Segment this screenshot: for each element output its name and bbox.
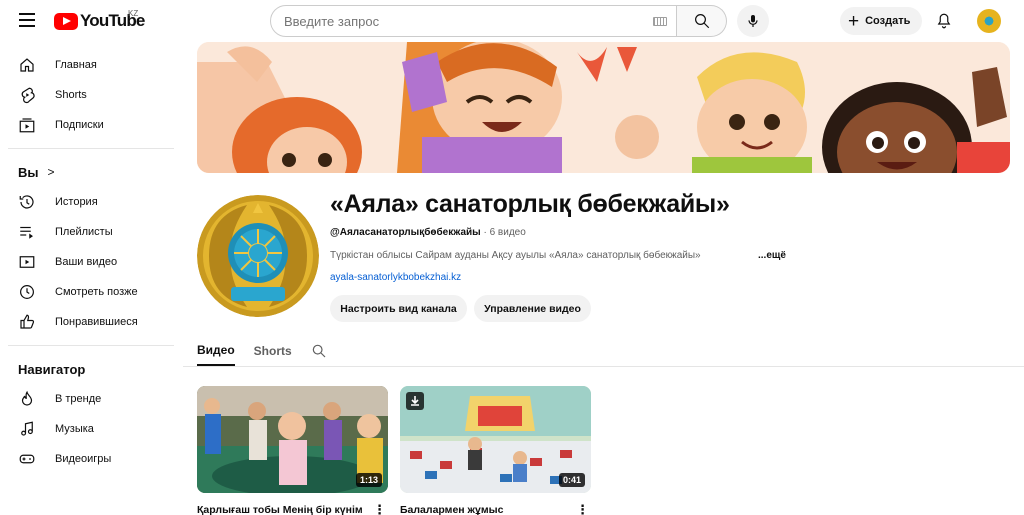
tab-search[interactable] — [311, 336, 327, 366]
search-input[interactable] — [284, 13, 644, 29]
sidebar-item-label: История — [55, 196, 98, 208]
channel-banner — [197, 42, 1010, 173]
voice-search-button[interactable] — [737, 5, 769, 37]
sidebar-item-label: Смотреть позже — [55, 286, 138, 298]
tab-videos[interactable]: Видео — [197, 336, 235, 366]
channel-avatar[interactable] — [197, 195, 319, 317]
top-bar: YouTube KZ + Создать — [0, 0, 1024, 42]
sidebar-item-liked[interactable]: Понравившиеся — [0, 307, 180, 337]
channel-description[interactable]: Түркістан облысы Сайрам ауданы Ақсу ауыл… — [330, 250, 750, 261]
sidebar-item-label: В тренде — [55, 393, 102, 405]
search-field — [270, 5, 677, 37]
sidebar-item-home[interactable]: Главная — [0, 50, 180, 80]
history-icon — [18, 193, 36, 211]
sidebar-item-gaming[interactable]: Видеоигры — [0, 444, 180, 474]
section-title: Вы — [18, 164, 39, 180]
sidebar-item-music[interactable]: Музыка — [0, 414, 180, 444]
chevron-right-icon: > — [47, 165, 55, 179]
playlists-icon — [18, 223, 36, 241]
state-emblem — [197, 195, 319, 317]
search-bar — [270, 5, 727, 37]
sidebar-divider — [8, 345, 174, 346]
sidebar-divider — [8, 148, 174, 149]
manage-videos-button[interactable]: Управление видео — [474, 295, 591, 322]
your-videos-icon — [18, 253, 36, 271]
sidebar-item-label: Главная — [55, 59, 97, 71]
search-button[interactable] — [677, 5, 727, 37]
home-icon — [18, 56, 36, 74]
menu-icon[interactable] — [17, 13, 37, 29]
video-duration: 0:41 — [558, 473, 585, 487]
liked-icon — [18, 313, 36, 331]
sidebar-item-label: Плейлисты — [55, 226, 113, 238]
sidebar-item-label: Ваши видео — [55, 256, 118, 268]
sidebar-item-shorts[interactable]: Shorts — [0, 80, 180, 110]
keyboard-icon[interactable] — [653, 17, 667, 26]
trending-icon — [18, 390, 36, 408]
sidebar-item-label: Подписки — [55, 119, 104, 131]
video-card[interactable]: 1:13 Қарлығаш тобы Менің бір күнім ⋮ — [197, 386, 388, 515]
plus-icon: + — [848, 10, 860, 32]
channel-link[interactable]: ayala-sanatorlykbobekzhai.kz — [330, 272, 461, 283]
customize-channel-button[interactable]: Настроить вид канала — [330, 295, 467, 322]
video-duration: 1:13 — [355, 473, 382, 487]
watch-later-icon — [18, 283, 36, 301]
sidebar-item-label: Shorts — [55, 89, 87, 101]
youtube-logo[interactable]: YouTube KZ — [54, 9, 145, 31]
sidebar-item-playlists[interactable]: Плейлисты — [0, 217, 180, 247]
video-title[interactable]: Қарлығаш тобы Менің бір күнім — [197, 504, 367, 515]
sidebar-item-history[interactable]: История — [0, 187, 180, 217]
video-thumbnail[interactable]: 0:41 — [400, 386, 591, 493]
channel-title: «Аяла» санаторлық бөбекжайы» — [330, 190, 730, 218]
shorts-icon — [18, 86, 36, 104]
more-vert-icon[interactable]: ⋮ — [373, 503, 386, 515]
video-thumbnail[interactable]: 1:13 — [197, 386, 388, 493]
sidebar-section-navigator: Навигатор — [0, 354, 180, 384]
create-button[interactable]: + Создать — [840, 7, 923, 35]
gaming-icon — [18, 450, 36, 468]
music-icon — [18, 420, 36, 438]
microphone-icon — [748, 15, 758, 27]
video-count: · 6 видео — [483, 227, 526, 238]
bell-icon — [937, 13, 951, 29]
create-label: Создать — [865, 15, 911, 27]
section-title: Навигатор — [18, 361, 86, 377]
sidebar-item-trending[interactable]: В тренде — [0, 384, 180, 414]
search-icon — [694, 14, 709, 29]
sidebar-item-label: Музыка — [55, 423, 94, 435]
sidebar-item-your-videos[interactable]: Ваши видео — [0, 247, 180, 277]
sidebar-item-watch-later[interactable]: Смотреть позже — [0, 277, 180, 307]
channel-meta: @Аяласанаторлықбөбекжайы · 6 видео — [330, 227, 526, 238]
channel-handle: @Аяласанаторлықбөбекжайы — [330, 227, 481, 238]
sidebar-item-label: Видеоигры — [55, 453, 112, 465]
search-icon — [312, 344, 326, 358]
youtube-play-icon — [54, 12, 78, 30]
sidebar-section-you[interactable]: Вы > — [0, 157, 180, 187]
download-icon[interactable] — [406, 392, 424, 410]
video-title[interactable]: Балалармен жұмыс — [400, 504, 570, 515]
video-card[interactable]: 0:41 Балалармен жұмыс ⋮ — [400, 386, 591, 515]
account-avatar[interactable] — [977, 9, 1001, 33]
more-vert-icon[interactable]: ⋮ — [576, 503, 589, 515]
sidebar-item-subscriptions[interactable]: Подписки — [0, 110, 180, 140]
sidebar-item-label: Понравившиеся — [55, 316, 138, 328]
subscriptions-icon — [18, 116, 36, 134]
tab-shorts[interactable]: Shorts — [254, 336, 292, 366]
sidebar: Главная Shorts Подписки Вы > История Пле… — [0, 50, 180, 474]
channel-tabs: Видео Shorts — [197, 336, 346, 366]
region-label: KZ — [128, 9, 139, 18]
banner-illustration — [197, 42, 1010, 173]
notifications-button[interactable] — [935, 11, 953, 36]
tabs-divider — [183, 366, 1024, 367]
more-link[interactable]: ...ещё — [758, 250, 786, 261]
